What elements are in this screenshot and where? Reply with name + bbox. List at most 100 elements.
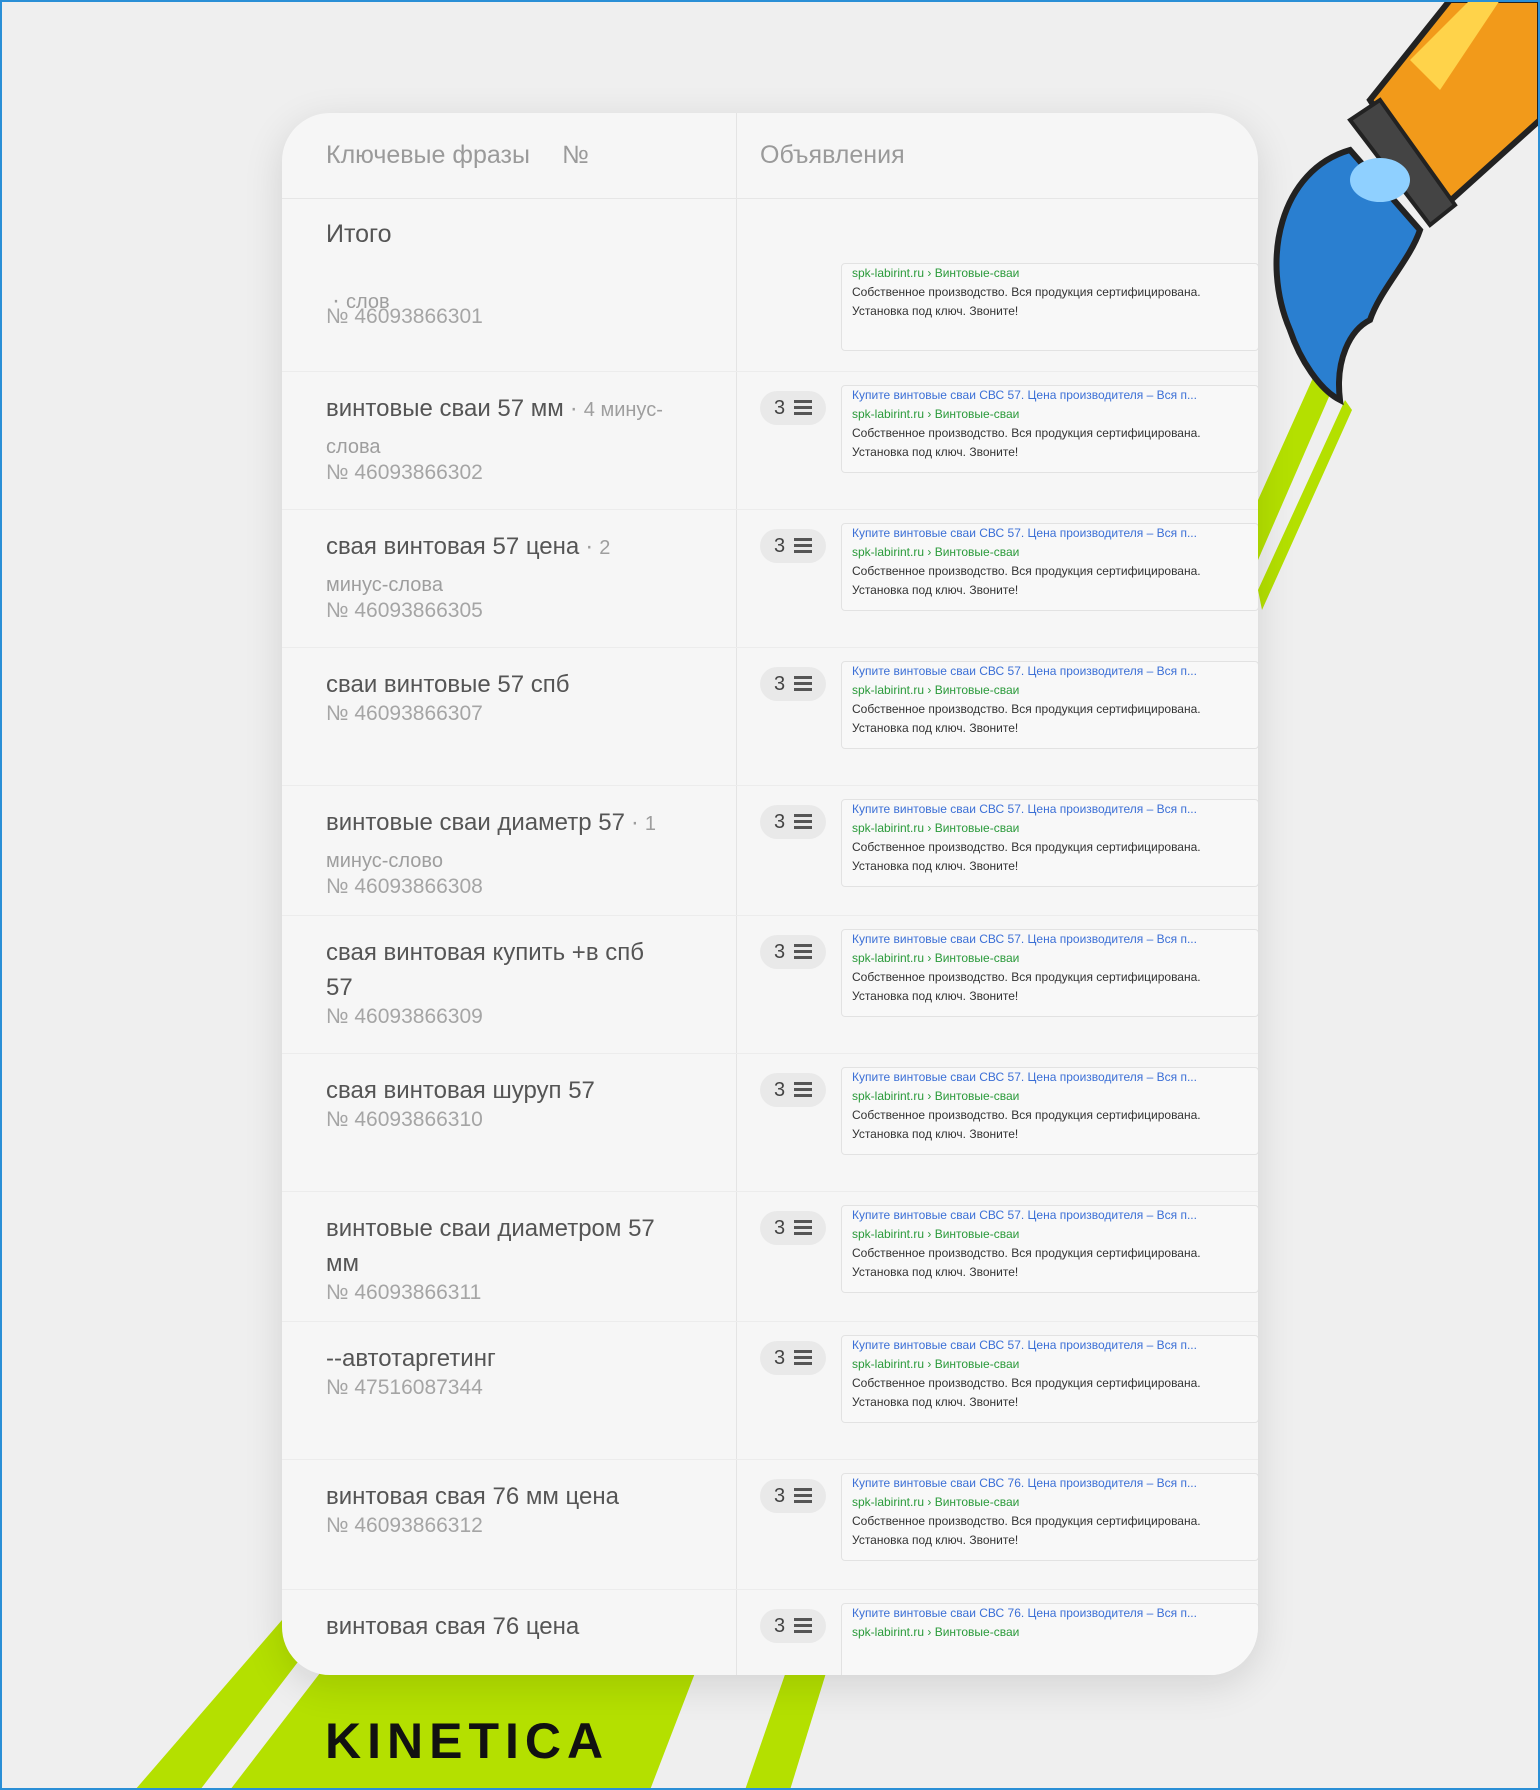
ad-title[interactable]: Купите винтовые сваи СВС 76. Цена произв… [852,1474,1248,1493]
ad-preview[interactable]: Купите винтовые сваи СВС 57. Цена произв… [841,523,1258,611]
keyword-text[interactable]: винтовые сваи 57 мм [326,395,564,422]
ad-description: Собственное производство. Вся продукция … [852,285,1201,318]
keyword-phrase[interactable]: винтовые сваи диаметром 57 мм [326,1211,676,1281]
keyword-phrase[interactable]: винтовая свая 76 цена [326,1609,676,1644]
rocket-pen-icon [1273,0,1540,406]
keyword-id: № 46093866311 [326,1281,482,1304]
ads-count-badge[interactable]: 3 [760,1073,826,1107]
ad-preview[interactable]: Купите винтовые сваи СВС 57. Цена произв… [841,1335,1258,1423]
keyword-phrase[interactable]: свая винтовая шуруп 57 [326,1073,676,1108]
ad-preview[interactable]: Купите винтовые сваи СВС 76. Цена произв… [841,1473,1258,1561]
table-row[interactable]: свая винтовая шуруп 57 № 46093866310 3 Куп… [282,1053,1258,1192]
ad-preview[interactable]: Купите винтовые сваи СВС 57. Цена произв… [841,1067,1258,1155]
ad-preview[interactable]: Купите винтовые сваи СВС 57. Цена произв… [841,929,1258,1017]
keyword-id: № 46093866312 [326,1514,483,1537]
list-icon [794,1488,812,1504]
ad-url[interactable]: spk-labirint.ru › Винтовые-сваи [852,264,1248,283]
ad-url[interactable]: spk-labirint.ru › Винтовые-сваи [852,1087,1248,1106]
keyword-text[interactable]: свая винтовая шуруп 57 [326,1077,595,1104]
ad-description: Собственное производство. Вся продукция … [852,970,1201,1003]
ads-count: 3 [774,1615,786,1637]
keyword-text[interactable]: сваи винтовые 57 спб [326,671,570,698]
ad-title[interactable]: Купите винтовые сваи СВС 57. Цена произв… [852,662,1248,681]
list-icon [794,814,812,830]
keyword-id: № 46093866302 [326,461,483,484]
keyword-text[interactable]: винтовая свая 76 цена [326,1613,579,1640]
ad-description: Собственное производство. Вся продукция … [852,1376,1201,1409]
ad-url[interactable]: spk-labirint.ru › Винтовые-сваи [852,1493,1248,1512]
ads-count: 3 [774,673,786,695]
keyword-text[interactable]: винтовые сваи диаметр 57 [326,809,625,836]
ad-url[interactable]: spk-labirint.ru › Винтовые-сваи [852,1623,1248,1642]
ad-preview[interactable]: Купите винтовые сваи СВС 76. Цена произв… [841,1603,1258,1675]
table-row[interactable]: сваи винтовые 57 спб № 46093866307 3 Купит… [282,647,1258,786]
separator-dot: · [630,809,639,836]
ads-count-badge[interactable]: 3 [760,1211,826,1245]
keyword-phrase[interactable]: --автотаргетинг [326,1341,676,1376]
table-row[interactable]: свая винтовая 57 цена · 2 минус-слова № 460… [282,509,1258,648]
ads-count-badge[interactable]: 3 [760,529,826,563]
table-row[interactable]: --автотаргетинг № 47516087344 3 Купите вин… [282,1321,1258,1460]
ad-url[interactable]: spk-labirint.ru › Винтовые-сваи [852,819,1248,838]
ad-title[interactable]: Купите винтовые сваи СВС 57. Цена произв… [852,800,1248,819]
keyword-phrase[interactable]: винтовая свая 76 мм цена [326,1479,676,1514]
keyword-id: № 46093866305 [326,599,483,622]
list-icon [794,676,812,692]
keyword-text[interactable]: свая винтовая купить +в спб 57 [326,939,644,1001]
keyword-phrase[interactable]: свая винтовая 57 цена · 2 минус-слова [326,529,676,603]
col-ads-header[interactable]: Объявления [760,141,905,170]
ads-count-badge[interactable]: 3 [760,667,826,701]
table-row[interactable]: винтовые сваи 57 мм · 4 минус-слова № 46093… [282,371,1258,510]
keyword-text[interactable]: свая винтовая 57 цена [326,533,579,560]
ads-count-badge[interactable]: 3 [760,1609,826,1643]
kinetica-logo: KINETICA [325,1713,610,1769]
keyword-phrase[interactable]: винтовые сваи 57 мм · 4 минус-слова [326,391,676,465]
ad-url[interactable]: spk-labirint.ru › Винтовые-сваи [852,1225,1248,1244]
table-row[interactable]: винтовая свая 76 цена 3 Купите винтовые с… [282,1589,1258,1675]
keyword-phrase[interactable]: сваи винтовые 57 спб [326,667,676,702]
ad-title[interactable]: Купите винтовые сваи СВС 57. Цена произв… [852,1336,1248,1355]
table-row[interactable]: винтовые сваи диаметром 57 мм № 460938663… [282,1191,1258,1322]
ad-title[interactable]: Купите винтовые сваи СВС 57. Цена произв… [852,386,1248,405]
list-icon [794,944,812,960]
ad-preview[interactable]: spk-labirint.ru › Винтовые-сваи Собствен… [841,263,1258,351]
keyword-text[interactable]: винтовая свая 76 мм цена [326,1483,619,1510]
table-row[interactable]: винтовая свая 76 мм цена № 46093866312 3 К… [282,1459,1258,1590]
ad-preview[interactable]: Купите винтовые сваи СВС 57. Цена произв… [841,1205,1258,1293]
ad-preview[interactable]: Купите винтовые сваи СВС 57. Цена произв… [841,661,1258,749]
total-label: Итого [326,220,392,248]
ads-count-badge[interactable]: 3 [760,1479,826,1513]
table-row[interactable]: винтовые сваи диаметр 57 · 1 минус-слово № … [282,785,1258,916]
col-number-header[interactable]: № [562,141,589,170]
ad-preview[interactable]: Купите винтовые сваи СВС 57. Цена произв… [841,385,1258,473]
keyword-id: № 46093866301 [326,305,483,328]
table-row[interactable]: свая винтовая купить +в спб 57 № 46093866… [282,915,1258,1054]
ad-description: Собственное производство. Вся продукция … [852,702,1201,735]
ads-count-badge[interactable]: 3 [760,1341,826,1375]
keyword-phrase[interactable]: винтовые сваи диаметр 57 · 1 минус-слово [326,805,676,879]
list-icon [794,1350,812,1366]
keyword-id: № 46093866308 [326,875,483,898]
table-row[interactable]: · слов № 46093866301 spk-labirint.ru › Вин… [282,263,1258,372]
ads-count-badge[interactable]: 3 [760,805,826,839]
ad-url[interactable]: spk-labirint.ru › Винтовые-сваи [852,405,1248,424]
list-icon [794,538,812,554]
ad-title[interactable]: Купите винтовые сваи СВС 57. Цена произв… [852,524,1248,543]
ad-url[interactable]: spk-labirint.ru › Винтовые-сваи [852,949,1248,968]
keyword-phrase[interactable]: свая винтовая купить +в спб 57 [326,935,676,1005]
ad-url[interactable]: spk-labirint.ru › Винтовые-сваи [852,543,1248,562]
list-icon [794,400,812,416]
ads-count: 3 [774,1079,786,1101]
ad-title[interactable]: Купите винтовые сваи СВС 76. Цена произв… [852,1604,1248,1623]
ads-count-badge[interactable]: 3 [760,391,826,425]
ad-title[interactable]: Купите винтовые сваи СВС 57. Цена произв… [852,1068,1248,1087]
ad-title[interactable]: Купите винтовые сваи СВС 57. Цена произв… [852,930,1248,949]
ad-preview[interactable]: Купите винтовые сваи СВС 57. Цена произв… [841,799,1258,887]
ad-title[interactable]: Купите винтовые сваи СВС 57. Цена произв… [852,1206,1248,1225]
keyword-text[interactable]: винтовые сваи диаметром 57 мм [326,1215,655,1277]
keyword-text[interactable]: --автотаргетинг [326,1345,496,1372]
ads-count-badge[interactable]: 3 [760,935,826,969]
ad-url[interactable]: spk-labirint.ru › Винтовые-сваи [852,1355,1248,1374]
col-keywords-header[interactable]: Ключевые фразы [326,141,530,170]
ad-url[interactable]: spk-labirint.ru › Винтовые-сваи [852,681,1248,700]
